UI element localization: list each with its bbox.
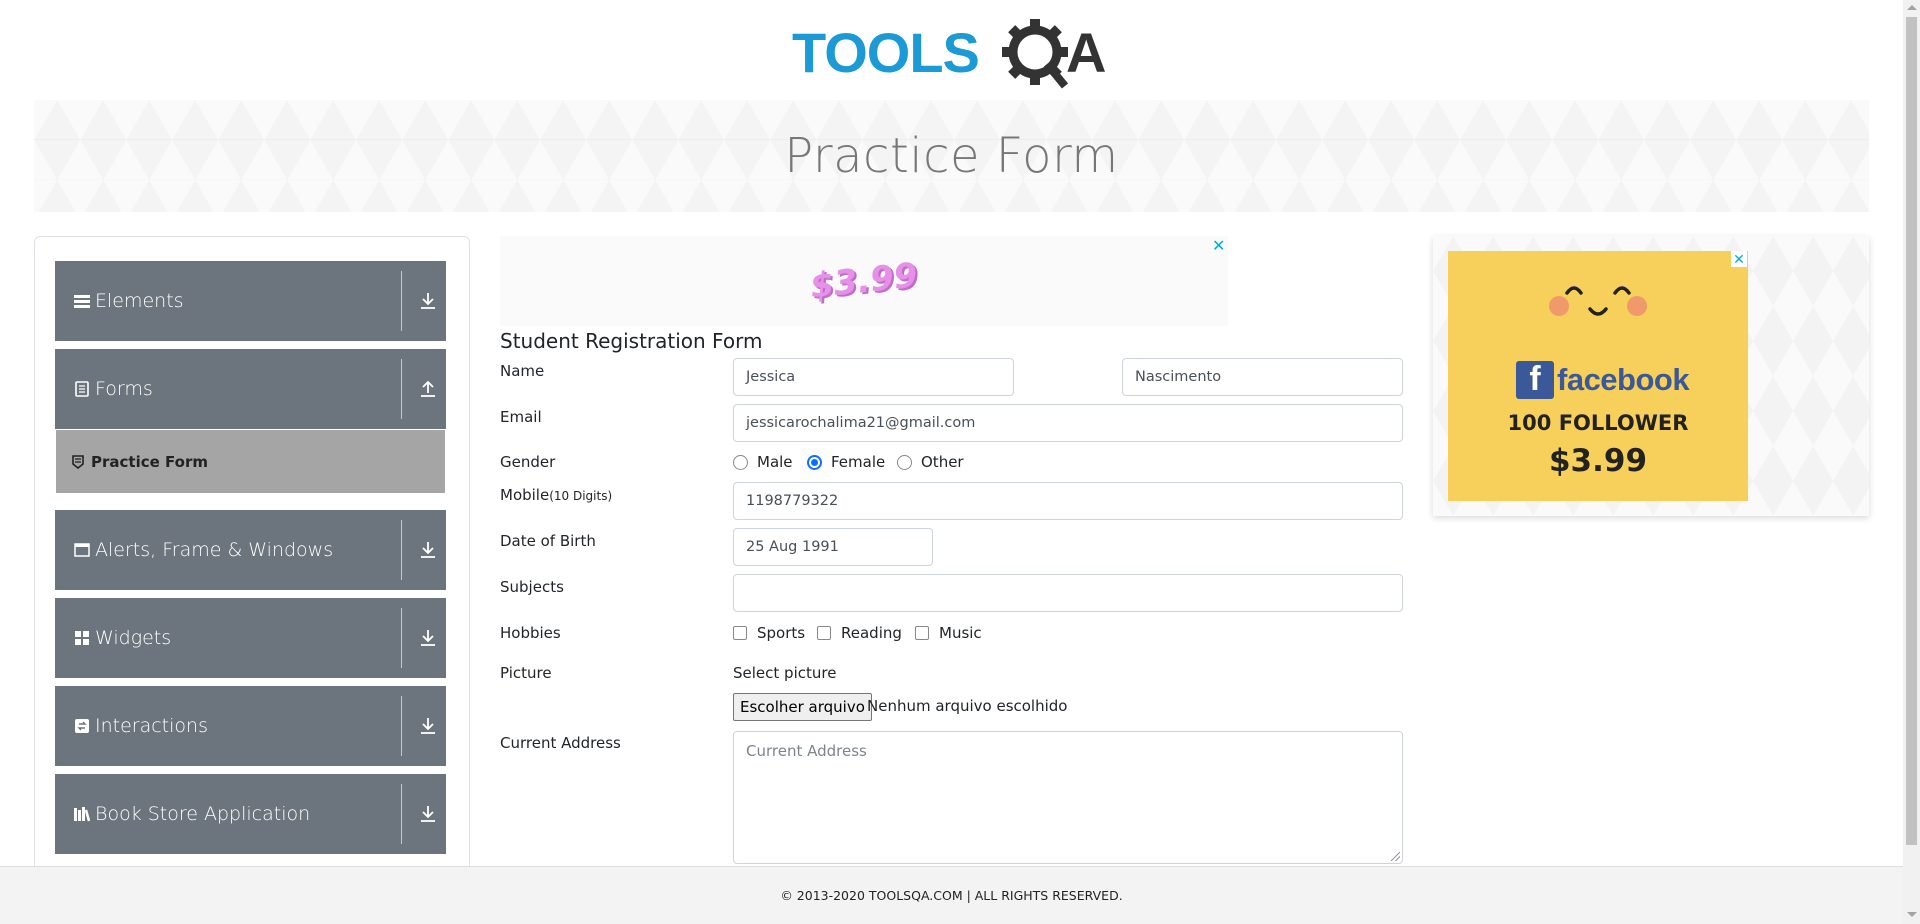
top-ad-banner[interactable]: $3.99 bbox=[500, 236, 1228, 326]
scroll-down-icon[interactable] bbox=[1907, 912, 1917, 917]
dob-input[interactable]: 25 Aug 1991 bbox=[733, 528, 933, 566]
mobile-hint: (10 Digits) bbox=[549, 489, 613, 503]
gender-male-radio[interactable]: Male bbox=[733, 453, 793, 471]
sidebar-group-label: Forms bbox=[95, 378, 153, 400]
divider bbox=[401, 271, 402, 331]
gender-label: Gender bbox=[500, 453, 556, 471]
scroll-up-icon[interactable] bbox=[1907, 5, 1917, 10]
first-name-input[interactable]: Jessica bbox=[733, 358, 1014, 396]
close-icon[interactable]: ✕ bbox=[1731, 251, 1747, 267]
sidebar-group-forms[interactable]: Forms bbox=[55, 349, 446, 429]
books-icon bbox=[73, 805, 91, 823]
divider bbox=[401, 608, 402, 668]
hobby-reading-checkbox[interactable]: Reading bbox=[817, 624, 902, 642]
checkbox-label: Reading bbox=[841, 624, 902, 642]
toolsqa-logo[interactable]: TOOLS A bbox=[790, 14, 1120, 92]
divider bbox=[401, 520, 402, 580]
subjects-input[interactable] bbox=[733, 574, 1403, 612]
mobile-label-text: Mobile bbox=[500, 486, 550, 504]
name-label: Name bbox=[500, 362, 545, 380]
email-label: Email bbox=[500, 408, 542, 426]
hobbies-label: Hobbies bbox=[500, 624, 561, 642]
checkbox-box[interactable] bbox=[915, 626, 929, 640]
radio-label: Male bbox=[757, 453, 793, 471]
email-input[interactable]: jessicarochalima21@gmail.com bbox=[733, 404, 1403, 442]
last-name-input[interactable]: Nascimento bbox=[1122, 358, 1403, 396]
sidebar-group-label: Book Store Application bbox=[95, 803, 311, 825]
checkbox-box[interactable] bbox=[817, 626, 831, 640]
sidebar-group-elements[interactable]: Elements bbox=[55, 261, 446, 341]
download-arrow-icon bbox=[419, 628, 437, 648]
page-title: Practice Form bbox=[784, 128, 1119, 184]
subjects-label: Subjects bbox=[500, 578, 564, 596]
download-arrow-icon bbox=[419, 804, 437, 824]
ad-followers-text: 100 FOLLOWER bbox=[1507, 411, 1689, 435]
mobile-label: Mobile(10 Digits) bbox=[500, 486, 612, 504]
gender-female-radio[interactable]: Female bbox=[807, 453, 885, 471]
facebook-brand: f facebook bbox=[1516, 360, 1690, 399]
sidebar-group-book-store[interactable]: Book Store Application bbox=[55, 774, 446, 854]
download-arrow-icon bbox=[419, 291, 437, 311]
right-ad-banner[interactable]: f facebook 100 FOLLOWER $3.99 bbox=[1448, 251, 1748, 501]
ad-price: $3.99 bbox=[808, 255, 920, 307]
address-placeholder: Current Address bbox=[746, 742, 867, 760]
facebook-wordmark: facebook bbox=[1557, 362, 1690, 397]
picture-label: Picture bbox=[500, 664, 552, 682]
sidebar-item-label: Practice Form bbox=[91, 452, 208, 471]
sidebar-group-label: Elements bbox=[95, 290, 184, 312]
copyright-text: © 2013-2020 TOOLSQA.COM | ALL RIGHTS RES… bbox=[780, 888, 1123, 903]
interaction-icon bbox=[73, 717, 91, 735]
radio-circle[interactable] bbox=[807, 454, 822, 470]
upload-arrow-icon bbox=[419, 379, 437, 399]
radio-circle[interactable] bbox=[733, 454, 748, 470]
divider bbox=[401, 784, 402, 844]
facebook-icon: f bbox=[1516, 360, 1554, 399]
sidebar-group-interactions[interactable]: Interactions bbox=[55, 686, 446, 766]
sidebar-group-alerts[interactable]: Alerts, Frame & Windows bbox=[55, 510, 446, 590]
form-icon bbox=[71, 454, 85, 469]
choose-file-button[interactable]: Escolher arquivo bbox=[733, 693, 872, 721]
hamburger-icon bbox=[73, 292, 91, 310]
hobby-music-checkbox[interactable]: Music bbox=[915, 624, 982, 642]
page-banner: Practice Form bbox=[34, 100, 1869, 212]
resize-grip-icon[interactable] bbox=[1391, 852, 1400, 861]
divider bbox=[401, 359, 402, 419]
radio-circle[interactable] bbox=[897, 454, 912, 470]
logo-text-right: A bbox=[1066, 21, 1106, 84]
ad-price: $3.99 bbox=[1548, 443, 1648, 479]
sidebar-group-label: Alerts, Frame & Windows bbox=[95, 539, 334, 561]
sidebar-group-widgets[interactable]: Widgets bbox=[55, 598, 446, 678]
radio-label: Female bbox=[831, 453, 886, 471]
radio-label: Other bbox=[921, 453, 964, 471]
divider bbox=[401, 696, 402, 756]
smiley-face-icon bbox=[1549, 286, 1647, 316]
address-label: Current Address bbox=[500, 734, 621, 752]
logo-graphic: TOOLS A bbox=[792, 19, 1106, 89]
grid-icon bbox=[73, 629, 91, 647]
close-icon[interactable]: ✕ bbox=[1212, 236, 1225, 256]
download-arrow-icon bbox=[419, 540, 437, 560]
checkbox-box[interactable] bbox=[733, 626, 747, 640]
mobile-input[interactable]: 1198779322 bbox=[733, 482, 1403, 520]
download-arrow-icon bbox=[419, 716, 437, 736]
current-address-textarea[interactable]: Current Address bbox=[733, 731, 1403, 864]
sidebar-group-label: Widgets bbox=[95, 627, 172, 649]
window-icon bbox=[73, 541, 91, 559]
checkbox-label: Sports bbox=[757, 624, 806, 642]
document-icon bbox=[73, 380, 91, 398]
dob-label: Date of Birth bbox=[500, 532, 596, 550]
file-status: Nenhum arquivo escolhido bbox=[867, 697, 1068, 715]
scroll-thumb[interactable] bbox=[1906, 17, 1917, 845]
gender-other-radio[interactable]: Other bbox=[897, 453, 964, 471]
logo-text-left: TOOLS bbox=[792, 21, 979, 84]
gear-icon bbox=[1002, 19, 1069, 89]
checkbox-label: Music bbox=[939, 624, 982, 642]
footer: © 2013-2020 TOOLSQA.COM | ALL RIGHTS RES… bbox=[0, 866, 1903, 924]
picture-select-label: Select picture bbox=[733, 664, 837, 682]
sidebar-item-practice-form[interactable]: Practice Form bbox=[56, 430, 445, 493]
sidebar-group-label: Interactions bbox=[95, 715, 208, 737]
form-title: Student Registration Form bbox=[500, 329, 763, 353]
hobby-sports-checkbox[interactable]: Sports bbox=[733, 624, 805, 642]
